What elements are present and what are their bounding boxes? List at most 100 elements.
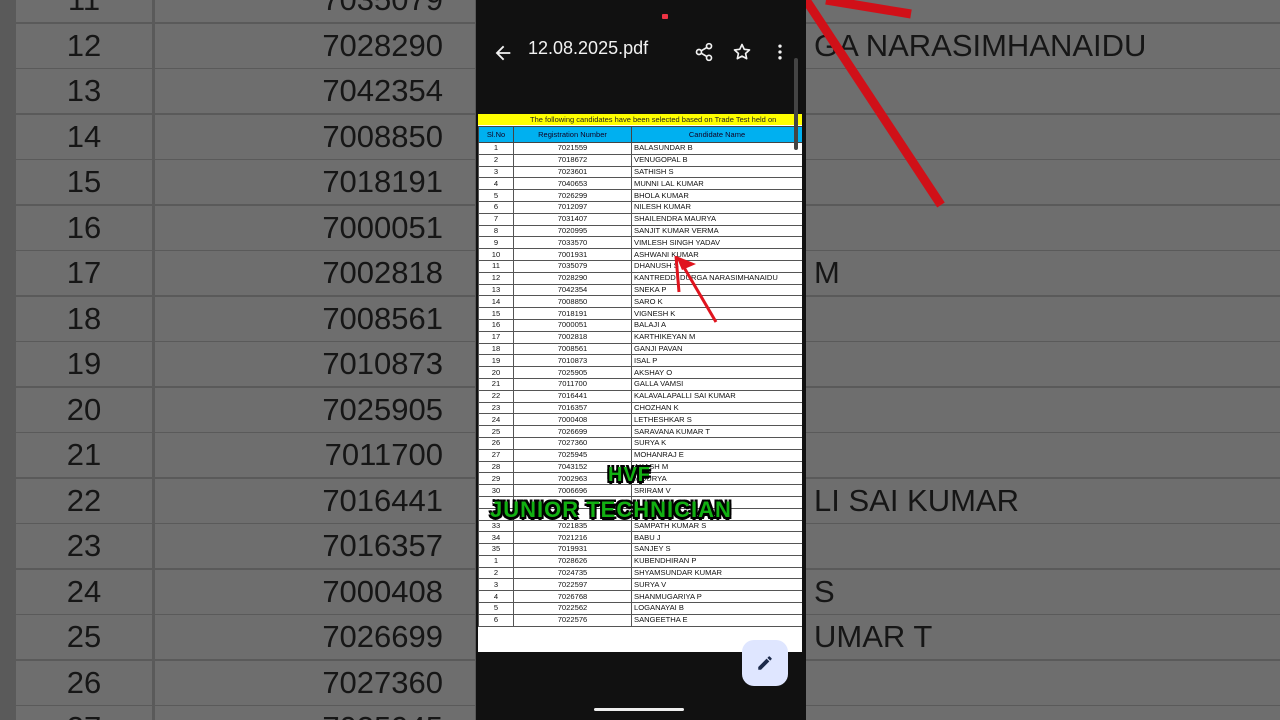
edit-fab-button[interactable] xyxy=(742,640,788,686)
background-cell-sl: 19 xyxy=(16,342,152,386)
table-row: 2 7018672 VENUGOPAL B xyxy=(478,153,802,167)
cell-reg: 7021559 xyxy=(513,142,632,155)
cell-sl: 14 xyxy=(478,295,514,309)
background-cell-sl: 12 xyxy=(16,23,152,68)
cell-name: SATHISH S xyxy=(631,165,802,179)
table-row: 12 7028290 KANTREDDI DURGA NARASIMHANAIDU xyxy=(478,271,802,285)
cell-reg: 7042354 xyxy=(513,283,632,297)
table-row: 4 7040653 MUNNI LAL KUMAR xyxy=(478,177,802,191)
cell-name: ISAL P xyxy=(631,354,802,368)
cell-sl: 9 xyxy=(478,236,514,250)
star-icon[interactable] xyxy=(732,42,752,62)
background-cell-reg: 7010873 xyxy=(155,342,475,386)
cell-name: BABU J xyxy=(631,531,802,545)
cell-name: LETHESHKAR S xyxy=(631,413,802,427)
cell-name: SRIRAM V xyxy=(631,484,802,497)
cell-reg: 7023601 xyxy=(513,165,632,179)
cell-name: SANJIT KUMAR VERMA xyxy=(631,224,802,238)
pdf-page[interactable]: The following candidates have been selec… xyxy=(478,114,802,652)
cell-sl: 4 xyxy=(478,177,514,191)
candidate-table: Sl.No Registration Number Candidate Name… xyxy=(478,126,802,627)
background-cell-name xyxy=(806,524,1280,568)
background-cell-sl: 13 xyxy=(16,69,152,113)
cell-reg: 7027360 xyxy=(513,436,632,450)
background-cell-sl: 15 xyxy=(16,160,152,204)
header-candidate-name: Candidate Name xyxy=(631,126,802,143)
cell-sl: 3 xyxy=(478,165,514,179)
background-cell-reg: 7008850 xyxy=(155,114,475,159)
background-cell-sl: 21 xyxy=(16,433,152,477)
background-cell-reg: 7016357 xyxy=(155,524,475,568)
background-cell-name xyxy=(806,660,1280,705)
background-cell-name xyxy=(806,342,1280,386)
background-cell-sl: 20 xyxy=(16,387,152,432)
table-row: 24 7000408 LETHESHKAR S xyxy=(478,413,802,427)
background-cell-reg: 7026699 xyxy=(155,615,475,659)
header-registration-number: Registration Number xyxy=(513,126,632,143)
cell-name: KUBENDHIRAN P xyxy=(631,554,802,568)
cell-name: SANGEETHA E xyxy=(631,613,802,627)
cell-sl: 3 xyxy=(478,578,514,592)
share-icon[interactable] xyxy=(694,42,714,62)
cell-name: MUNNI LAL KUMAR xyxy=(631,177,802,191)
background-red-arrow xyxy=(806,0,945,208)
background-cell-name xyxy=(806,433,1280,477)
background-cell-reg: 7011700 xyxy=(155,433,475,477)
cell-reg: 7026299 xyxy=(513,189,632,202)
background-cell-reg: 7028290 xyxy=(155,23,475,68)
cell-sl: 10 xyxy=(478,248,514,261)
cell-reg: 7008561 xyxy=(513,342,632,356)
table-row: 27 7025945 MOHANRAJ E xyxy=(478,448,802,462)
background-cell-sl: 25 xyxy=(16,615,152,659)
background-cell-sl: 26 xyxy=(16,660,152,705)
cell-sl: 29 xyxy=(478,472,514,486)
cell-reg: 7000051 xyxy=(513,318,632,332)
cell-reg: 7022597 xyxy=(513,578,632,592)
cell-sl: 28 xyxy=(478,460,514,474)
cell-name: BALASUNDAR B xyxy=(631,142,802,155)
overlay-title-junior-technician: JUNIOR TECHNICIAN xyxy=(490,497,732,522)
cell-reg: 7020995 xyxy=(513,224,632,238)
table-row: 4 7026768 SHANMUGARIYA P xyxy=(478,590,802,604)
cell-name: SHANMUGARIYA P xyxy=(631,590,802,604)
table-row: 8 7020995 SANJIT KUMAR VERMA xyxy=(478,224,802,238)
background-cell-sl: 27 xyxy=(16,706,152,720)
home-gesture-handle[interactable] xyxy=(594,708,684,711)
back-arrow-icon[interactable] xyxy=(492,42,514,64)
cell-name: AKASH M xyxy=(631,460,802,474)
cell-sl: 30 xyxy=(478,484,514,497)
cell-sl: 2 xyxy=(478,566,514,580)
cell-name: MOURYA xyxy=(631,472,802,486)
table-row: 13 7042354 SNEKA P xyxy=(478,283,802,297)
table-row: 11 7035079 DHANUSH S xyxy=(478,259,802,273)
pencil-icon xyxy=(758,656,772,670)
cell-sl: 12 xyxy=(478,271,514,285)
cell-sl: 25 xyxy=(478,425,514,438)
cell-reg: 7021216 xyxy=(513,531,632,545)
background-cell-reg: 7008561 xyxy=(155,296,475,341)
table-row: 7 7031407 SHAILENDRA MAURYA xyxy=(478,212,802,226)
cell-sl: 6 xyxy=(478,613,514,627)
background-cell-sl: 24 xyxy=(16,569,152,614)
table-row: 9 7033570 VIMLESH SINGH YADAV xyxy=(478,236,802,250)
table-row: 6 7022576 SANGEETHA E xyxy=(478,613,802,627)
cell-sl: 2 xyxy=(478,153,514,167)
table-row: 26 7027360 SURYA K xyxy=(478,436,802,450)
background-cell-name: M xyxy=(806,251,1280,295)
background-cell-sl: 23 xyxy=(16,524,152,568)
cell-reg: 7025905 xyxy=(513,366,632,379)
table-row: 35 7019931 SANJEY S xyxy=(478,543,802,556)
scrollbar[interactable] xyxy=(794,58,798,150)
cell-name: SARAVANA KUMAR T xyxy=(631,425,802,438)
cell-sl: 24 xyxy=(478,413,514,427)
table-row: 21 7011700 GALLA VAMSI xyxy=(478,377,802,391)
document-title: 12.08.2025.pdf xyxy=(528,38,649,58)
cell-name: AKSHAY O xyxy=(631,366,802,379)
cell-name: SURYA K xyxy=(631,436,802,450)
background-cell-reg: 7035079 xyxy=(155,0,475,22)
table-header-row: Sl.No Registration Number Candidate Name xyxy=(478,126,802,143)
cell-sl: 5 xyxy=(478,189,514,202)
cell-reg: 7028626 xyxy=(513,554,632,568)
more-vert-icon[interactable] xyxy=(772,42,788,62)
cell-reg: 7002818 xyxy=(513,330,632,344)
